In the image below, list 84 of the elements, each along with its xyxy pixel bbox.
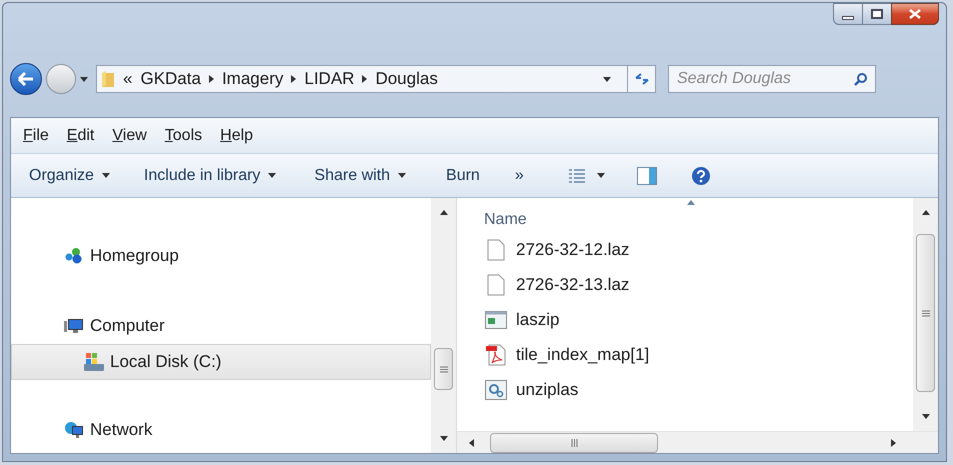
toolbar-button[interactable]: Organize <box>29 164 110 188</box>
nav-item-label: Homegroup <box>90 245 179 268</box>
file-entry[interactable]: tile_index_map[1] <box>484 337 913 372</box>
homegroup-icon <box>64 246 84 266</box>
nav-item-label: Computer <box>90 315 165 338</box>
breadcrumb-separator-icon <box>291 75 296 83</box>
window-app-icon <box>485 310 507 328</box>
details-view-icon <box>568 168 585 182</box>
vertical-scrollbar[interactable] <box>431 198 456 453</box>
scroll-down-icon <box>922 414 930 419</box>
file-entry[interactable]: 2726-32-12.laz <box>484 232 913 267</box>
file-name: tile_index_map[1] <box>516 344 650 366</box>
back-arrow-icon <box>18 72 34 86</box>
menu-item[interactable]: Help <box>220 124 254 148</box>
file-entry[interactable]: laszip <box>484 302 913 337</box>
breadcrumb-item[interactable]: GKData <box>140 66 201 92</box>
search-icon <box>854 72 868 86</box>
pdf-file-icon <box>486 344 506 366</box>
breadcrumb-item[interactable]: LIDAR <box>304 66 354 92</box>
breadcrumb-item[interactable]: Imagery <box>222 66 284 92</box>
toolbar-button[interactable]: Burn <box>446 164 480 188</box>
nav-item[interactable]: Computer <box>11 308 431 344</box>
toolbar-button[interactable]: Include in library <box>144 164 276 188</box>
menu-item[interactable]: File <box>23 124 49 148</box>
scrollbar-thumb[interactable] <box>490 432 658 452</box>
scrollbar-thumb[interactable] <box>434 348 453 390</box>
folder-icon <box>101 70 115 88</box>
maximize-icon <box>871 9 883 19</box>
nav-item-label: Network <box>90 419 152 442</box>
breadcrumb-separator-icon <box>362 75 368 83</box>
column-header[interactable]: Name <box>484 208 527 232</box>
address-bar[interactable]: « GKData Imagery LIDAR Douglas <box>96 65 656 93</box>
vertical-scrollbar[interactable] <box>913 198 938 431</box>
scroll-down-icon <box>440 436 448 441</box>
toolbar-button[interactable]: Share with <box>314 164 406 188</box>
preview-pane-button[interactable] <box>636 166 657 184</box>
help-button[interactable] <box>690 166 711 186</box>
network-icon <box>64 420 84 440</box>
scroll-up-icon <box>922 210 930 215</box>
grip-icon <box>570 438 578 446</box>
gear-file-icon <box>485 380 507 400</box>
preview-pane-icon <box>636 166 657 184</box>
nav-item[interactable]: Local Disk (C:) <box>11 344 431 380</box>
dropdown-caret-icon <box>596 173 605 178</box>
menu-item[interactable]: Tools <box>164 124 202 148</box>
menu-item[interactable]: View <box>112 124 147 148</box>
file-name: unziplas <box>516 378 578 401</box>
blank-file-icon <box>487 274 505 296</box>
file-name: 2726-32-12.laz <box>516 238 630 261</box>
minimize-icon <box>842 16 854 20</box>
back-button[interactable] <box>10 63 42 95</box>
close-icon <box>909 9 921 19</box>
grip-icon <box>440 366 448 372</box>
minimize-button[interactable] <box>833 3 863 25</box>
grip-icon <box>922 310 930 316</box>
file-name: laszip <box>516 308 560 331</box>
sort-ascending-icon <box>687 200 695 205</box>
file-entry[interactable]: 2726-32-13.laz <box>484 267 913 302</box>
file-entry[interactable]: unziplas <box>484 372 913 407</box>
help-icon <box>690 166 711 186</box>
view-options-button[interactable] <box>568 168 605 182</box>
breadcrumb-overflow[interactable]: « <box>123 66 132 92</box>
breadcrumb-item[interactable]: Douglas <box>375 66 438 92</box>
search-field[interactable]: Search Douglas <box>668 65 876 93</box>
drive-icon <box>84 352 104 372</box>
maximize-button[interactable] <box>863 3 891 25</box>
computer-icon <box>64 316 84 336</box>
nav-item[interactable]: Network <box>11 412 431 448</box>
file-name: 2726-32-13.laz <box>516 274 630 296</box>
close-button[interactable] <box>891 3 939 25</box>
scrollbar-thumb[interactable] <box>916 234 935 392</box>
dropdown-caret-icon <box>603 76 611 82</box>
scroll-up-icon <box>440 210 448 215</box>
nav-item[interactable]: Homegroup <box>11 238 431 274</box>
recent-pages-icon <box>80 76 88 82</box>
toolbar-button[interactable]: » <box>514 164 524 188</box>
menu-item[interactable]: Edit <box>66 124 94 148</box>
breadcrumb-separator-icon <box>208 75 214 83</box>
horizontal-scrollbar[interactable] <box>457 431 938 453</box>
nav-item-label: Local Disk (C:) <box>110 351 222 374</box>
scroll-left-icon <box>469 438 474 446</box>
refresh-icon <box>634 72 650 86</box>
blank-file-icon <box>487 238 505 260</box>
scroll-right-icon <box>891 438 896 446</box>
